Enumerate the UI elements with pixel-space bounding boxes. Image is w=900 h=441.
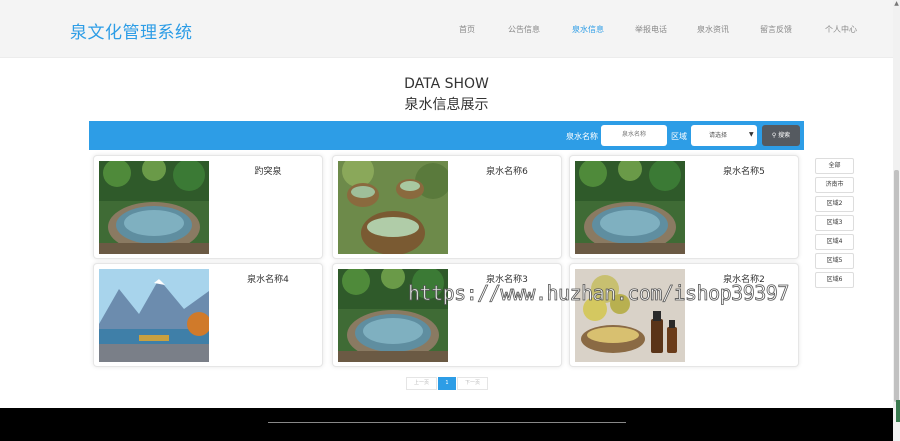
nav-report-phone[interactable]: 举报电话 — [635, 24, 667, 35]
page: 泉文化管理系统 首页 公告信息 泉水信息 举报电话 泉水资讯 留言反馈 个人中心… — [0, 0, 900, 441]
site-brand[interactable]: 泉文化管理系统 — [70, 18, 193, 43]
scroll-up-icon[interactable]: ▲ — [894, 1, 899, 7]
filter-all[interactable]: 全部 — [815, 158, 854, 174]
spring-card[interactable]: 趵突泉 — [93, 155, 323, 259]
spring-title[interactable]: 泉水名称4 — [214, 272, 322, 285]
top-navbar: 泉文化管理系统 首页 公告信息 泉水信息 举报电话 泉水资讯 留言反馈 个人中心 — [0, 0, 893, 58]
nav-home[interactable]: 首页 — [459, 24, 475, 35]
search-button-label: 搜索 — [778, 132, 791, 139]
scrollbar-thumb[interactable] — [894, 170, 899, 402]
next-page-button[interactable]: 下一页 — [457, 377, 488, 390]
spring-card[interactable]: 泉水名称3 — [332, 263, 562, 367]
spring-name-label: 泉水名称 — [566, 132, 598, 141]
nav-spring-news[interactable]: 泉水资讯 — [697, 24, 729, 35]
spring-card[interactable]: 泉水名称2 — [569, 263, 799, 367]
watermark-text: https://www.huzhan.com/ishop39397 — [408, 281, 790, 306]
nav-announcements[interactable]: 公告信息 — [508, 24, 540, 35]
nav-feedback[interactable]: 留言反馈 — [760, 24, 792, 35]
spring-title[interactable]: 趵突泉 — [214, 164, 322, 177]
spring-card[interactable]: 泉水名称6 — [332, 155, 562, 259]
filter-region-4[interactable]: 区域4 — [815, 234, 854, 250]
filter-region-6[interactable]: 区域6 — [815, 272, 854, 288]
spring-card[interactable]: 泉水名称5 — [569, 155, 799, 259]
filter-region-5[interactable]: 区域5 — [815, 253, 854, 269]
section-title-en: DATA SHOW — [404, 76, 489, 92]
spring-title[interactable]: 泉水名称6 — [453, 164, 561, 177]
nav-user-center[interactable]: 个人中心 — [825, 24, 857, 35]
filter-region-3[interactable]: 区域3 — [815, 215, 854, 231]
region-select[interactable]: 请选择 — [691, 125, 757, 146]
section-title-cn: 泉水信息展示 — [404, 97, 489, 113]
footer-divider — [268, 422, 626, 423]
filter-region-1[interactable]: 济南市 — [815, 177, 854, 193]
spring-image[interactable] — [575, 161, 685, 254]
search-icon: ⚲ — [771, 132, 777, 139]
footer — [0, 408, 893, 441]
prev-page-button[interactable]: 上一页 — [406, 377, 437, 390]
spring-image[interactable] — [99, 269, 209, 362]
filter-region-2[interactable]: 区域2 — [815, 196, 854, 212]
nav-spring-info[interactable]: 泉水信息 — [572, 24, 604, 35]
region-label: 区域 — [671, 132, 687, 141]
spring-image[interactable] — [99, 161, 209, 254]
spring-image[interactable] — [338, 161, 448, 254]
spring-name-input[interactable] — [601, 125, 667, 146]
side-widget[interactable] — [896, 400, 900, 422]
current-page-button[interactable]: 1 — [438, 377, 456, 390]
chevron-down-icon: ▼ — [749, 131, 754, 138]
spring-card[interactable]: 泉水名称4 — [93, 263, 323, 367]
search-button[interactable]: ⚲ 搜索 — [762, 125, 800, 146]
spring-title[interactable]: 泉水名称5 — [690, 164, 798, 177]
